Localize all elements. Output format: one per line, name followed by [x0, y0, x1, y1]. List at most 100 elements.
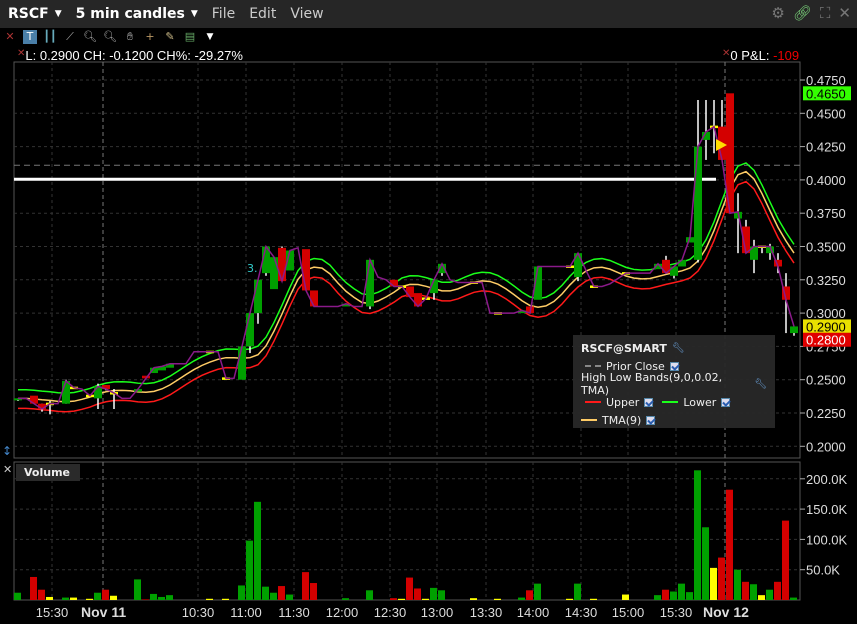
candle-body	[238, 346, 246, 380]
study-label: High Low Bands(9,0,0.02, TMA)	[581, 371, 723, 397]
volume-bar	[750, 584, 757, 600]
volume-bar	[142, 599, 149, 600]
time-tick-label: 11:00	[230, 605, 262, 620]
volume-bar	[670, 591, 677, 600]
price-tick-label: 0.2250	[806, 406, 846, 421]
pnl-info: ✕0 P&L: -109	[722, 48, 799, 63]
volume-bar	[654, 595, 661, 600]
volume-tick-label: 200.0K	[806, 472, 848, 487]
price-tick-label: 0.4250	[806, 140, 846, 155]
price-tick-label: 0.3750	[806, 206, 846, 221]
volume-bar	[662, 589, 669, 600]
volume-bar	[302, 572, 309, 600]
candle-body	[310, 290, 318, 307]
time-tick-label: 13:00	[421, 605, 454, 620]
candle-body	[270, 257, 278, 290]
volume-bar	[774, 581, 781, 600]
volume-bar	[494, 598, 501, 600]
volume-tick-label: 100.0K	[806, 532, 848, 547]
volume-bar	[702, 527, 709, 600]
volume-bar	[166, 595, 173, 600]
volume-bar	[102, 589, 109, 600]
time-tick-label: 15:30	[660, 605, 693, 620]
volume-bar	[254, 501, 261, 600]
candle-body	[62, 381, 70, 404]
annotation-label: 3.	[247, 262, 258, 275]
volume-bar	[150, 593, 157, 600]
candle-body	[694, 146, 702, 260]
tma-checkbox[interactable]	[646, 415, 656, 425]
time-tick-label: 15:30	[36, 605, 69, 620]
candle-body	[790, 326, 798, 334]
candle-body	[678, 259, 686, 267]
candle-body	[302, 249, 310, 291]
volume-bar	[414, 588, 421, 600]
volume-bar	[766, 589, 773, 600]
volume-bar	[718, 557, 725, 600]
position-size: 0	[730, 48, 738, 63]
tma-swatch	[581, 419, 597, 421]
volume-bar	[526, 590, 533, 600]
volume-bar	[590, 598, 597, 600]
candle-body	[246, 313, 254, 347]
lower-checkbox[interactable]	[721, 397, 731, 407]
ask-price-label: 0.2800	[806, 333, 846, 348]
volume-bar	[694, 470, 701, 600]
volume-bar	[710, 567, 717, 600]
volume-bar	[238, 585, 245, 600]
candle-body	[254, 279, 262, 314]
upper-checkbox[interactable]	[644, 397, 654, 407]
volume-bar	[366, 590, 373, 600]
candle-body	[406, 286, 414, 298]
time-tick-label: 13:30	[470, 605, 503, 620]
volume-bar	[726, 489, 733, 600]
close-volume-icon[interactable]: ✕	[3, 463, 12, 476]
volume-bar	[262, 586, 269, 600]
time-tick-label: Nov 12	[703, 604, 749, 620]
volume-bar	[422, 598, 429, 600]
candle-body	[94, 386, 102, 399]
volume-bar	[742, 581, 749, 600]
tma-label: TMA(9)	[602, 413, 642, 427]
volume-bar	[94, 592, 101, 600]
legend-title: RSCF@SMART	[581, 341, 667, 355]
price-volume-chart[interactable]: 0.20000.22500.25000.27500.30000.32500.35…	[0, 0, 857, 624]
volume-bar	[86, 598, 93, 600]
price-tick-label: 0.4500	[806, 106, 846, 121]
volume-bar	[390, 598, 397, 600]
price-info-text: L: 0.2900 CH: -0.1200 CH%: -29.27%	[25, 48, 243, 63]
high-price-label: 0.4650	[806, 86, 846, 101]
volume-bar	[622, 594, 629, 600]
time-tick-label: 14:30	[565, 605, 598, 620]
candle-body	[278, 247, 286, 282]
volume-bar	[566, 598, 573, 600]
pnl-label: P&L:	[741, 48, 770, 63]
volume-bar	[574, 583, 581, 600]
time-tick-label: Nov 11	[81, 604, 126, 620]
candle-body	[390, 279, 398, 287]
volume-bar	[758, 595, 765, 600]
volume-bar	[246, 540, 253, 600]
time-tick-label: 12:30	[374, 605, 407, 620]
upper-swatch	[585, 401, 601, 403]
price-tick-label: 0.2000	[806, 439, 846, 454]
lower-label: Lower	[683, 395, 717, 409]
prior-close-checkbox[interactable]	[669, 361, 679, 371]
volume-bar	[38, 589, 45, 600]
wrench-icon[interactable]: 🔧︎	[754, 379, 767, 390]
wrench-icon[interactable]: 🔧︎	[672, 343, 685, 354]
volume-bar	[286, 594, 293, 600]
time-tick-label: 14:00	[517, 605, 550, 620]
time-tick-label: 10:30	[182, 605, 215, 620]
volume-bar	[206, 598, 213, 600]
volume-bar	[790, 597, 797, 600]
volume-bar	[310, 583, 317, 600]
prior-close-swatch	[585, 365, 601, 367]
volume-bar	[62, 597, 69, 600]
volume-bar	[686, 592, 693, 600]
volume-bar	[678, 583, 685, 600]
volume-bar	[46, 596, 53, 600]
scale-arrow-icon: ↕	[2, 444, 12, 458]
volume-bar	[438, 590, 445, 600]
time-tick-label: 11:30	[278, 605, 310, 620]
